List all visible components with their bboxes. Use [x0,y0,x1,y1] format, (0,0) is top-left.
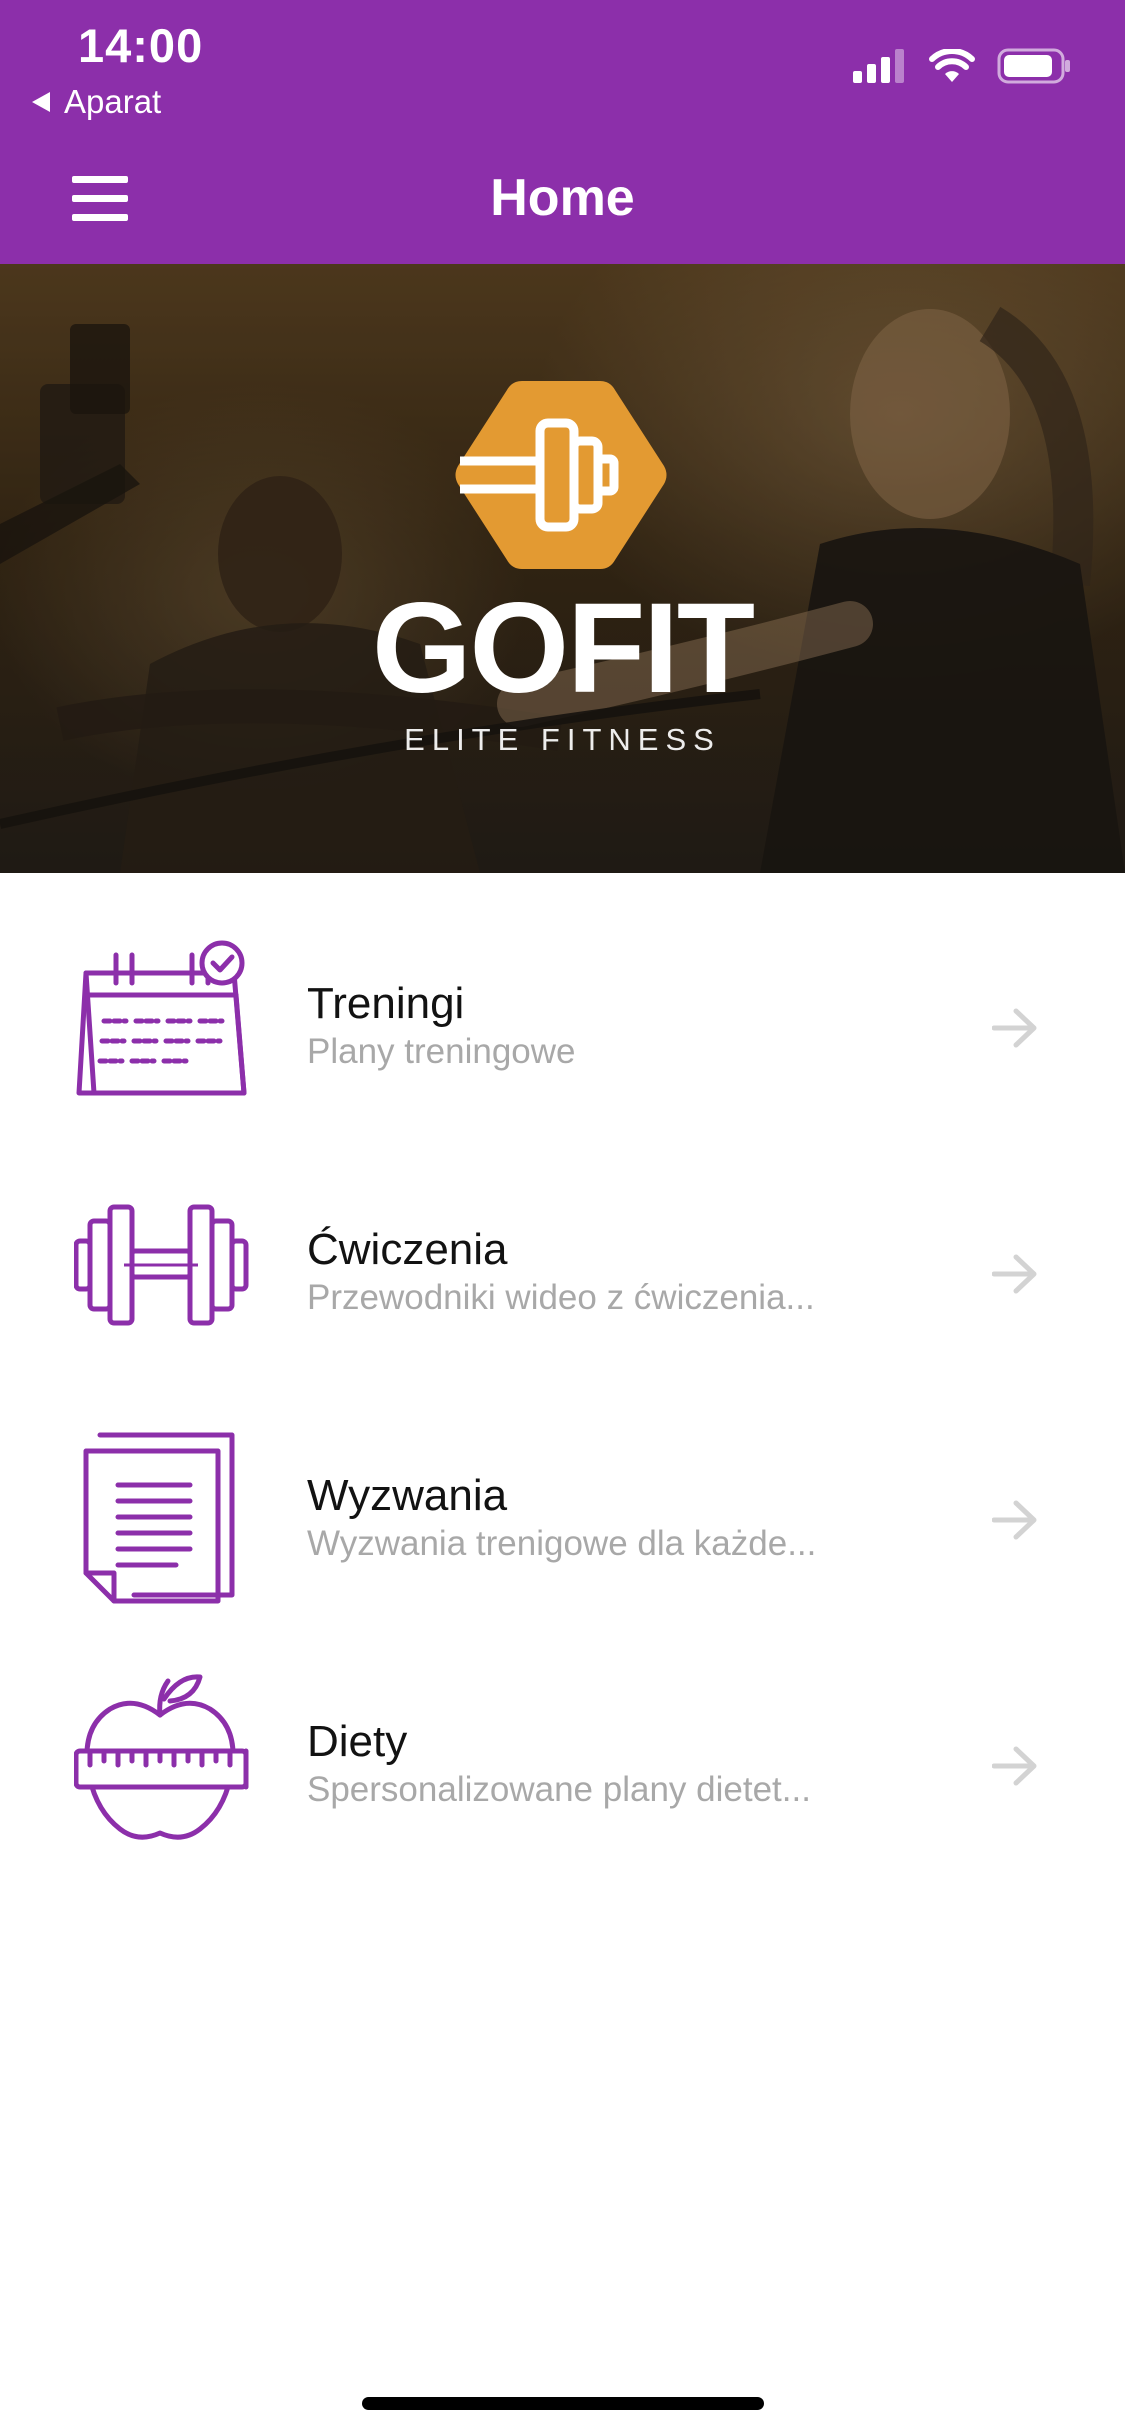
menu-item-subtitle: Wyzwania trenigowe dla każde... [307,1524,817,1563]
menu-item-subtitle: Przewodniki wideo z ćwiczenia... [307,1278,815,1317]
page-title: Home [490,169,635,227]
arrow-right-icon [992,1746,1037,1786]
brand-name: GOFIT [371,577,755,720]
home-indicator[interactable] [362,2397,764,2410]
menu-item-title: Ćwiczenia [307,1225,508,1274]
dumbbell-hexagon-icon [455,381,667,569]
brand-tagline: ELITE FITNESS [404,722,721,757]
status-time: 14:00 [78,19,204,72]
arrow-right-icon [992,1254,1037,1294]
hero-banner: GOFIT ELITE FITNESS [0,264,1125,873]
calendar-check-icon [76,940,247,1096]
arrow-right-icon [992,1008,1037,1048]
menu-item-diety[interactable]: Diety Spersonalizowane plany dietet... [0,1641,1125,1887]
apple-measuring-tape-icon [74,1674,249,1840]
menu-item-title: Diety [307,1717,408,1766]
back-app-label: Aparat [64,83,162,120]
wifi-icon [929,49,975,82]
menu-item-title: Wyzwania [307,1471,508,1520]
battery-icon [997,48,1070,84]
top-bar: 14:00 Aparat Home [0,0,1125,264]
arrow-right-icon [992,1500,1037,1540]
status-icons [853,48,1071,84]
brand-logo: GOFIT ELITE FITNESS [0,264,1125,873]
menu-item-treningi[interactable]: Treningi Plany treningowe [0,903,1125,1149]
back-triangle-icon [32,92,50,112]
menu-item-wyzwania[interactable]: Wyzwania Wyzwania trenigowe dla każde... [0,1395,1125,1641]
menu-item-cwiczenia[interactable]: Ćwiczenia Przewodniki wideo z ćwiczenia.… [0,1149,1125,1395]
dumbbell-icon [74,1204,249,1326]
documents-icon [83,1432,235,1604]
signal-icon [853,49,904,83]
menu-item-title: Treningi [307,979,465,1028]
back-to-app-link[interactable]: Aparat [30,80,161,124]
menu-item-subtitle: Spersonalizowane plany dietet... [307,1770,811,1809]
menu-item-subtitle: Plany treningowe [307,1032,576,1071]
